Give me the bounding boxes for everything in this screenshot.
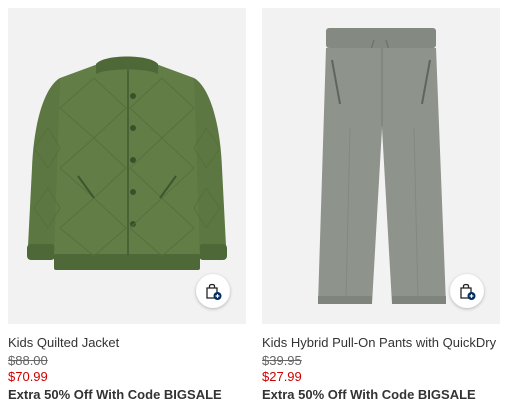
original-price: $88.00 [8, 353, 48, 368]
product-info: Kids Quilted Jacket $88.00 $70.99 Extra … [8, 324, 246, 404]
sale-price: $70.99 [8, 369, 48, 384]
product-name[interactable]: Kids Quilted Jacket [8, 334, 246, 351]
product-grid: Kids Quilted Jacket $88.00 $70.99 Extra … [0, 0, 509, 414]
product-card[interactable]: Kids Quilted Jacket $88.00 $70.99 Extra … [8, 8, 246, 404]
product-image[interactable] [262, 8, 500, 324]
add-to-bag-button[interactable] [196, 274, 230, 308]
product-image[interactable] [8, 8, 246, 324]
shopping-bag-plus-icon [460, 283, 476, 300]
promo-text: Extra 50% Off With Code BIGSALE [262, 387, 476, 402]
promo-text: Extra 50% Off With Code BIGSALE [8, 387, 222, 402]
product-card[interactable]: Kids Hybrid Pull-On Pants with QuickDry … [262, 8, 500, 404]
product-info: Kids Hybrid Pull-On Pants with QuickDry … [262, 324, 500, 404]
product-name[interactable]: Kids Hybrid Pull-On Pants with QuickDry [262, 334, 500, 351]
sale-price: $27.99 [262, 369, 302, 384]
shopping-bag-plus-icon [206, 283, 222, 300]
add-to-bag-button[interactable] [450, 274, 484, 308]
original-price: $39.95 [262, 353, 302, 368]
